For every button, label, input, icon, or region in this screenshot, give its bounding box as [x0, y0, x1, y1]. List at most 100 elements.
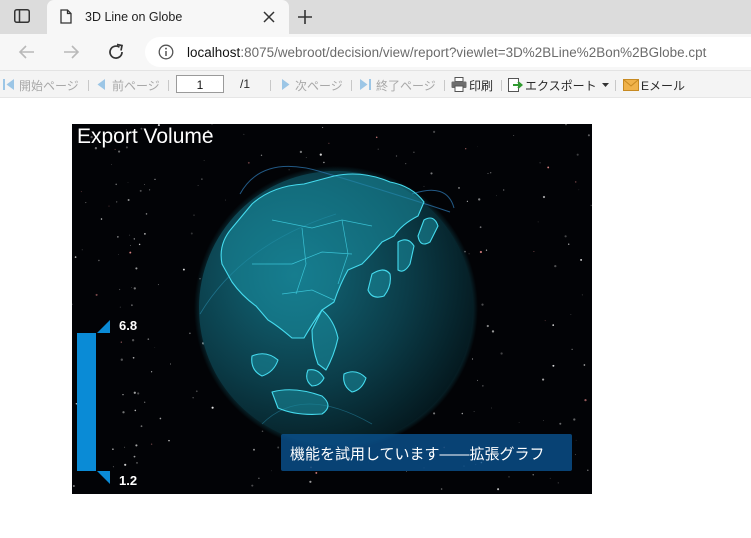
star	[564, 235, 567, 238]
star	[137, 392, 140, 395]
toolbar-divider	[270, 80, 271, 91]
star	[574, 454, 576, 456]
star	[486, 324, 489, 328]
close-tab-icon[interactable]	[262, 10, 276, 24]
star	[542, 195, 546, 199]
star	[485, 249, 488, 251]
star	[169, 363, 172, 365]
star	[144, 233, 146, 235]
star	[133, 287, 136, 290]
star	[490, 407, 493, 409]
globe-chart[interactable]: Export Volume 6.8 1.2 機能を試用しています——拡張グラフ	[72, 124, 592, 494]
star	[157, 284, 159, 286]
star	[490, 172, 492, 174]
email-button[interactable]: Eメール	[641, 77, 685, 94]
back-arrow-icon[interactable]	[17, 42, 37, 62]
reload-icon[interactable]	[106, 42, 126, 62]
page-total: /1	[240, 77, 251, 91]
star	[85, 202, 87, 204]
star	[127, 199, 130, 201]
star	[573, 418, 576, 421]
visual-map-max-label: 6.8	[119, 318, 138, 333]
page-number-input[interactable]: 1	[176, 75, 224, 93]
star	[131, 304, 133, 307]
email-icon[interactable]	[623, 79, 639, 91]
star	[95, 293, 98, 296]
star	[513, 135, 515, 136]
site-info-icon[interactable]	[158, 44, 174, 60]
star	[322, 127, 324, 128]
star	[377, 148, 379, 150]
star	[587, 134, 590, 137]
star	[118, 150, 121, 153]
previous-page-icon[interactable]	[97, 79, 106, 90]
star	[251, 484, 254, 487]
star	[133, 455, 136, 458]
export-dropdown-icon[interactable]	[602, 83, 609, 87]
visual-map-min-handle[interactable]	[97, 471, 110, 484]
star	[473, 411, 475, 413]
star	[129, 251, 132, 254]
star	[537, 221, 539, 223]
first-page-button[interactable]: 開始ページ	[19, 77, 79, 94]
new-tab-icon[interactable]	[296, 8, 314, 26]
star	[195, 390, 198, 393]
star	[482, 385, 484, 387]
star	[559, 422, 562, 425]
star	[189, 332, 191, 335]
previous-page-button[interactable]: 前ページ	[112, 77, 160, 94]
star	[159, 417, 162, 420]
star	[168, 439, 170, 442]
tab-actions-icon[interactable]	[14, 9, 30, 23]
star	[583, 364, 586, 366]
print-icon[interactable]	[451, 77, 467, 92]
last-page-button[interactable]: 終了ページ	[376, 77, 436, 94]
star	[413, 151, 415, 154]
last-page-icon[interactable]	[359, 79, 371, 90]
star	[584, 398, 587, 402]
document-icon	[60, 9, 72, 24]
star	[497, 488, 500, 491]
star	[580, 258, 583, 261]
star	[576, 153, 579, 156]
star	[211, 406, 214, 409]
star	[192, 397, 194, 399]
first-page-icon[interactable]	[3, 79, 15, 90]
next-page-icon[interactable]	[281, 79, 290, 90]
star	[461, 412, 464, 415]
star	[575, 439, 577, 441]
star	[115, 183, 117, 186]
trial-notice: 機能を試用しています——拡張グラフ	[281, 434, 572, 471]
export-icon[interactable]	[508, 77, 523, 93]
chart-title: Export Volume	[77, 125, 214, 148]
star	[581, 294, 583, 296]
export-button[interactable]: エクスポート	[525, 77, 597, 94]
toolbar-divider	[88, 80, 89, 91]
visual-map-max-handle[interactable]	[97, 320, 110, 333]
address-bar[interactable]: localhost:8075/webroot/decision/view/rep…	[145, 37, 751, 67]
browser-tab[interactable]: 3D Line on Globe	[47, 0, 289, 34]
star	[134, 409, 137, 412]
star	[565, 124, 567, 126]
visual-map-min-label: 1.2	[119, 473, 138, 488]
next-page-button[interactable]: 次ページ	[295, 77, 343, 94]
star	[72, 303, 73, 306]
star	[477, 379, 479, 381]
star	[112, 466, 114, 468]
tab-title: 3D Line on Globe	[85, 10, 183, 24]
star	[120, 341, 122, 343]
star	[154, 347, 156, 349]
star	[150, 443, 153, 445]
star	[491, 330, 495, 333]
star	[225, 199, 227, 201]
star	[135, 267, 138, 270]
print-button[interactable]: 印刷	[469, 77, 493, 94]
star	[552, 364, 555, 367]
star	[479, 226, 482, 229]
star	[201, 178, 203, 180]
star	[81, 249, 83, 251]
star	[133, 238, 135, 240]
star	[243, 133, 245, 135]
forward-arrow-icon[interactable]	[61, 42, 81, 62]
visual-map-range[interactable]	[76, 320, 112, 490]
